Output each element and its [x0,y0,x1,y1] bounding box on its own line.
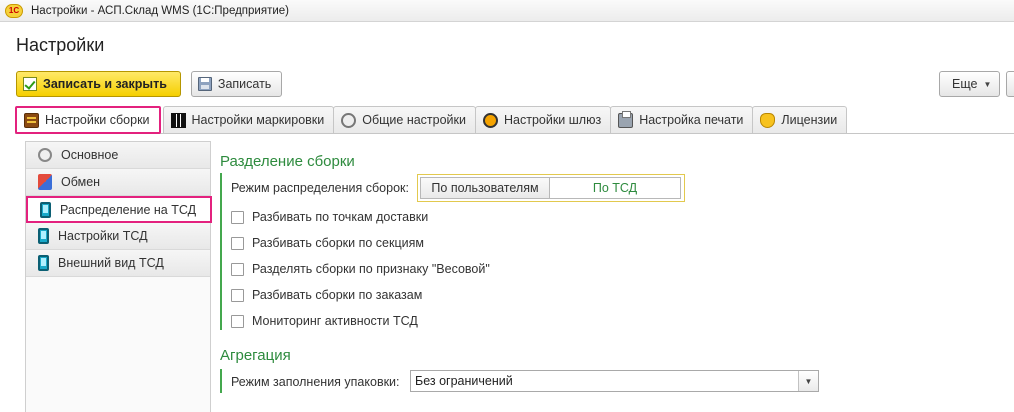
save-and-close-button[interactable]: Записать и закрыть [16,71,181,97]
checkbox-label: Разбивать сборки по заказам [252,288,423,302]
assembly-settings-icon [24,112,39,128]
checkbox[interactable] [231,210,244,224]
chevron-down-icon: ▼ [983,79,992,89]
checkbox-label: Разбивать по точкам доставки [252,210,429,224]
mode-option-by-users[interactable]: По пользователям [420,177,550,199]
page-title: Настройки [16,35,105,55]
save-button[interactable]: Записать [190,71,283,97]
checkbox[interactable] [231,314,244,328]
sidebar-item-main[interactable]: Основное [26,142,210,169]
distribution-mode-label: Режим распределения сборок: [231,181,409,195]
tabs-divider [15,133,1014,134]
more-button[interactable]: Еще ▼ [939,71,1001,97]
tab-marking-settings[interactable]: Настройки маркировки [162,106,335,133]
window-title: Настройки - АСП.Склад WMS (1С:Предприяти… [31,4,289,17]
handheld-device-icon [38,228,49,244]
help-button[interactable]: ? [1006,71,1014,97]
section-title-aggregation: Агрегация [220,347,291,364]
tab-label: Общие настройки [362,113,466,127]
gear-icon [341,112,357,128]
sidebar-item-distribution[interactable]: Распределение на ТСД [26,196,212,223]
tab-label: Настройка печати [639,113,744,127]
tab-label: Лицензии [781,113,838,127]
license-icon [760,112,776,128]
mode-option-by-tsd[interactable]: По ТСД [549,177,681,199]
chevron-down-icon[interactable]: ▼ [798,371,818,391]
checkbox-label: Разделять сборки по признаку "Весовой" [252,262,490,276]
gear-icon [38,148,52,162]
checkbox-row[interactable]: Разбивать сборки по секциям [231,236,424,250]
checkbox[interactable] [231,288,244,302]
tab-assembly-settings[interactable]: Настройки сборки [15,106,161,134]
tab-label: Настройки маркировки [191,113,325,127]
sidebar: Основное Обмен Распределение на ТСД Наст… [25,141,212,412]
tab-label: Настройки шлюз [504,113,602,127]
toolbar-right: Еще ▼ ? [939,71,1014,97]
section-title-assembly-split: Разделение сборки [220,153,355,170]
sidebar-item-label: Настройки ТСД [58,229,148,243]
qr-code-icon [170,112,186,128]
sidebar-item-label: Основное [61,148,119,162]
distribution-mode-switch: По пользователям По ТСД [417,174,685,202]
sidebar-item-label: Внешний вид ТСД [58,256,164,270]
tab-gateway-settings[interactable]: Настройки шлюз [475,106,612,133]
toolbar: Записать и закрыть Записать [16,71,283,97]
section-bar [220,173,222,330]
tab-licenses[interactable]: Лицензии [752,106,848,133]
floppy-disk-icon [197,77,212,91]
handheld-device-icon [38,255,49,271]
sidebar-item-tsd-settings[interactable]: Настройки ТСД [26,223,210,250]
save-and-close-icon [23,77,37,91]
sidebar-item-tsd-appearance[interactable]: Внешний вид ТСД [26,250,210,277]
settings-tabs: Настройки сборки Настройки маркировки Об… [15,106,848,134]
tab-general-settings[interactable]: Общие настройки [333,106,476,133]
checkbox-row[interactable]: Разбивать сборки по заказам [231,288,422,302]
save-label: Записать [217,77,272,91]
gateway-icon [483,112,498,128]
more-label: Еще [952,77,978,91]
sidebar-item-label: Распределение на ТСД [60,202,197,217]
window-titlebar: 1С Настройки - АСП.Склад WMS (1С:Предпри… [0,0,1014,22]
checkbox-label: Разбивать сборки по секциям [252,236,424,250]
save-and-close-label: Записать и закрыть [43,77,167,91]
section-bar [220,369,222,393]
packing-fill-mode-value: Без ограничений [415,374,513,388]
handheld-device-icon [40,201,51,218]
printer-icon [618,110,634,128]
checkbox-row[interactable]: Разделять сборки по признаку "Весовой" [231,262,490,276]
checkbox-label: Мониторинг активности ТСД [252,314,418,328]
checkbox[interactable] [231,262,244,276]
sidebar-item-exchange[interactable]: Обмен [26,169,210,196]
tab-label: Настройки сборки [45,113,150,127]
packing-fill-mode-label: Режим заполнения упаковки: [231,375,400,389]
sidebar-item-label: Обмен [61,175,101,189]
app-logo-icon: 1С [5,3,23,18]
checkbox-row[interactable]: Мониторинг активности ТСД [231,314,418,328]
tab-print-settings[interactable]: Настройка печати [610,106,754,133]
checkbox-row[interactable]: Разбивать по точкам доставки [231,210,428,224]
packing-fill-mode-select[interactable]: Без ограничений ▼ [410,370,819,392]
checkbox[interactable] [231,236,244,250]
exchange-icon [38,174,52,190]
